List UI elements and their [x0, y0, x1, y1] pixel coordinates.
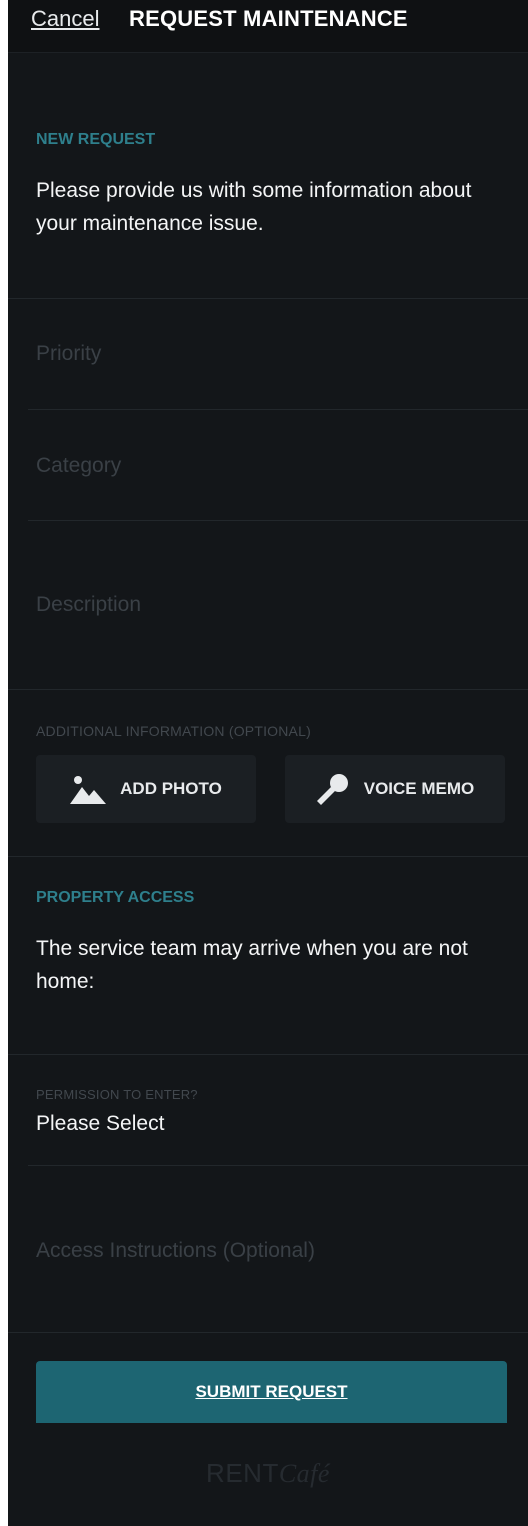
- voice-memo-label: VOICE MEMO: [363, 779, 475, 798]
- divider: [8, 856, 528, 857]
- add-photo-button[interactable]: ADD PHOTO: [36, 755, 256, 823]
- priority-field[interactable]: Priority: [8, 299, 528, 409]
- submit-request-button[interactable]: SUBMIT REQUEST: [36, 1361, 507, 1423]
- divider: [8, 1332, 528, 1333]
- permission-label: PERMISSION TO ENTER?: [36, 1087, 198, 1102]
- additional-info-label: ADDITIONAL INFORMATION (OPTIONAL): [36, 723, 311, 739]
- divider: [8, 689, 528, 690]
- new-request-intro: Please provide us with some information …: [36, 179, 472, 235]
- logo-cafe: Café: [278, 1459, 330, 1488]
- access-instructions-placeholder: Access Instructions (Optional): [36, 1239, 315, 1262]
- property-access-heading: PROPERTY ACCESS: [36, 889, 195, 906]
- app-screen: Cancel REQUEST MAINTENANCE NEW REQUEST P…: [8, 0, 528, 1526]
- page-title: REQUEST MAINTENANCE: [129, 6, 408, 31]
- property-access-intro: The service team may arrive when you are…: [36, 937, 468, 993]
- category-field[interactable]: Category: [8, 410, 528, 520]
- photo-icon: [70, 776, 107, 804]
- microphone-icon: [316, 774, 348, 805]
- voice-memo-button[interactable]: VOICE MEMO: [285, 755, 505, 823]
- new-request-heading: NEW REQUEST: [36, 131, 156, 148]
- permission-value: Please Select: [36, 1112, 165, 1135]
- access-instructions-field[interactable]: Access Instructions (Optional): [8, 1166, 528, 1332]
- description-field[interactable]: Description: [8, 521, 528, 689]
- rentcafe-logo: RENTCafé: [8, 1458, 528, 1489]
- cancel-button[interactable]: Cancel: [31, 6, 99, 32]
- category-placeholder: Category: [36, 454, 122, 477]
- permission-to-enter-select[interactable]: PERMISSION TO ENTER? Please Select: [8, 1055, 528, 1165]
- description-placeholder: Description: [36, 593, 142, 616]
- priority-placeholder: Priority: [36, 342, 102, 365]
- logo-rent: RENT: [206, 1458, 279, 1488]
- navigation-bar: Cancel REQUEST MAINTENANCE: [8, 0, 528, 53]
- submit-request-label: SUBMIT REQUEST: [195, 1382, 348, 1401]
- add-photo-label: ADD PHOTO: [120, 779, 222, 798]
